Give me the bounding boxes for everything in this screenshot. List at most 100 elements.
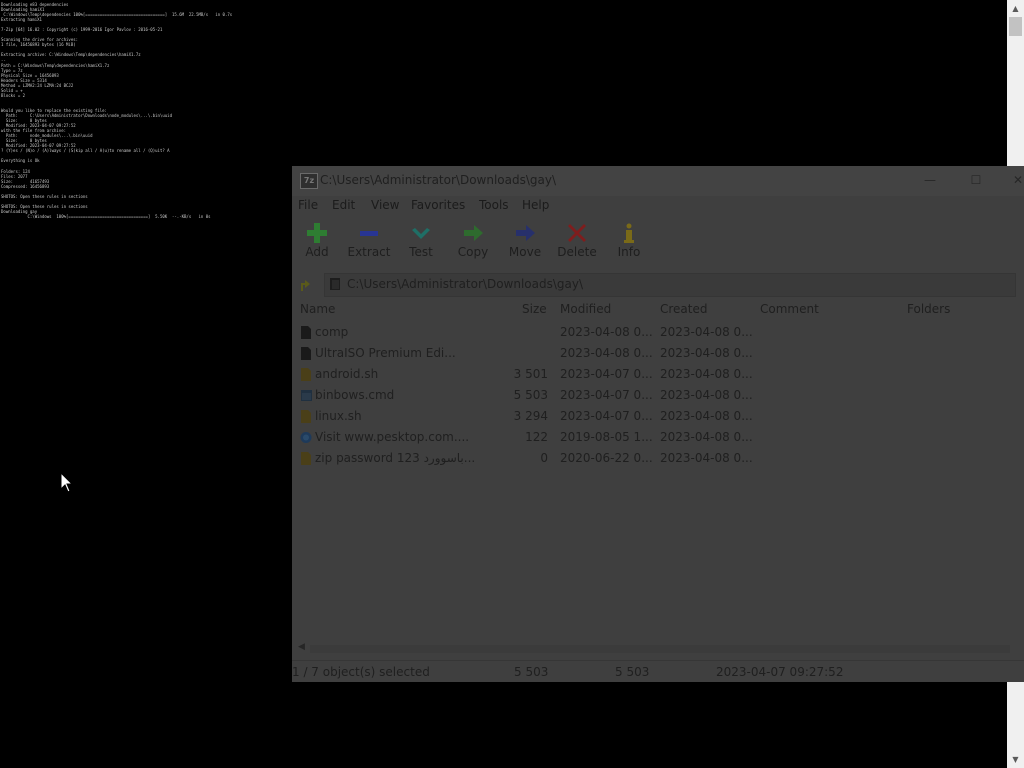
up-folder-icon[interactable] bbox=[298, 277, 314, 293]
console-output: Downloading e83 dependencies Downloading… bbox=[1, 2, 233, 219]
info-button-label: Info bbox=[617, 245, 641, 259]
window-title: C:\Users\Administrator\Downloads\gay\ bbox=[320, 173, 557, 187]
add-button[interactable]: Add bbox=[292, 218, 342, 268]
status-selection: 1 / 7 object(s) selected bbox=[292, 665, 430, 679]
check-icon bbox=[412, 228, 430, 239]
move-button-label: Move bbox=[508, 245, 542, 259]
scroll-up-arrow-icon[interactable]: ▲ bbox=[1007, 0, 1024, 17]
extract-button[interactable]: Extract bbox=[344, 218, 394, 268]
add-button-label: Add bbox=[305, 245, 329, 259]
horizontal-scroll-track[interactable] bbox=[310, 645, 1010, 653]
file-row[interactable]: UltraISO Premium Edi... 2023-04-08 0... … bbox=[292, 343, 1024, 364]
x-icon bbox=[568, 224, 586, 242]
copy-button-label: Copy bbox=[457, 245, 489, 259]
file-name: android.sh bbox=[315, 367, 379, 381]
plus-icon bbox=[307, 223, 327, 243]
info-icon bbox=[624, 223, 634, 243]
column-created[interactable]: Created bbox=[660, 302, 708, 316]
file-created: 2023-04-08 0... bbox=[660, 451, 752, 465]
file-row[interactable]: comp 2023-04-08 0... 2023-04-08 0... bbox=[292, 322, 1024, 343]
menu-tools[interactable]: Tools bbox=[479, 198, 509, 212]
title-bar[interactable]: 7z C:\Users\Administrator\Downloads\gay\… bbox=[292, 166, 1024, 196]
file-modified: 2023-04-08 0... bbox=[560, 346, 652, 360]
menu-view[interactable]: View bbox=[371, 198, 399, 212]
file-name: Visit www.pesktop.com.... bbox=[315, 430, 470, 444]
file-row[interactable]: linux.sh 3 294 2023-04-07 0... 2023-04-0… bbox=[292, 406, 1024, 427]
folder-icon bbox=[301, 326, 311, 339]
script-file-icon bbox=[301, 368, 311, 381]
file-modified: 2020-06-22 0... bbox=[560, 451, 652, 465]
copy-button[interactable]: Copy bbox=[448, 218, 498, 268]
maximize-button[interactable]: ☐ bbox=[964, 170, 988, 190]
arrow-right-icon bbox=[516, 225, 535, 241]
file-list[interactable]: Name Size Modified Created Comment Folde… bbox=[292, 300, 1024, 644]
delete-button[interactable]: Delete bbox=[552, 218, 602, 268]
file-created: 2023-04-08 0... bbox=[660, 430, 752, 444]
minus-icon bbox=[360, 231, 378, 236]
file-created: 2023-04-08 0... bbox=[660, 367, 752, 381]
file-modified: 2023-04-08 0... bbox=[560, 325, 652, 339]
file-modified: 2019-08-05 1... bbox=[560, 430, 652, 444]
file-row[interactable]: zip password 123 باسوورد... 0 2020-06-22… bbox=[292, 448, 1024, 469]
file-row[interactable]: binbows.cmd 5 503 2023-04-07 0... 2023-0… bbox=[292, 385, 1024, 406]
file-size: 5 503 bbox=[513, 388, 548, 402]
arrow-right-icon bbox=[464, 225, 483, 241]
status-date: 2023-04-07 09:27:52 bbox=[716, 665, 844, 679]
minimize-button[interactable]: — bbox=[918, 170, 942, 190]
file-size: 3 294 bbox=[513, 409, 548, 423]
folder-icon bbox=[330, 278, 340, 290]
scroll-thumb[interactable] bbox=[1009, 17, 1022, 36]
file-name: binbows.cmd bbox=[315, 388, 395, 402]
scroll-down-arrow-icon[interactable]: ▼ bbox=[1007, 751, 1024, 768]
file-name: linux.sh bbox=[315, 409, 362, 423]
file-name: zip password 123 باسوورد... bbox=[315, 451, 475, 465]
file-modified: 2023-04-07 0... bbox=[560, 388, 652, 402]
address-bar: C:\Users\Administrator\Downloads\gay\ bbox=[292, 270, 1024, 298]
info-button[interactable]: Info bbox=[604, 218, 654, 268]
file-created: 2023-04-08 0... bbox=[660, 388, 752, 402]
file-row[interactable]: Visit www.pesktop.com.... 122 2019-08-05… bbox=[292, 427, 1024, 448]
url-file-icon bbox=[300, 432, 312, 443]
status-size: 5 503 bbox=[514, 665, 549, 679]
test-button[interactable]: Test bbox=[396, 218, 446, 268]
cmd-file-icon bbox=[301, 390, 312, 401]
status-packed-size: 5 503 bbox=[615, 665, 650, 679]
script-file-icon bbox=[301, 410, 311, 423]
file-row[interactable]: android.sh 3 501 2023-04-07 0... 2023-04… bbox=[292, 364, 1024, 385]
menu-favorites[interactable]: Favorites bbox=[411, 198, 465, 212]
file-created: 2023-04-08 0... bbox=[660, 346, 752, 360]
menu-help[interactable]: Help bbox=[522, 198, 549, 212]
path-field[interactable]: C:\Users\Administrator\Downloads\gay\ bbox=[324, 273, 1016, 297]
file-size: 3 501 bbox=[513, 367, 548, 381]
7zip-app-icon: 7z bbox=[300, 173, 318, 189]
column-size[interactable]: Size bbox=[522, 302, 547, 316]
file-size: 0 bbox=[540, 451, 548, 465]
menu-bar: File Edit View Favorites Tools Help bbox=[292, 196, 1024, 216]
file-created: 2023-04-08 0... bbox=[660, 409, 752, 423]
column-comment[interactable]: Comment bbox=[760, 302, 819, 316]
extract-button-label: Extract bbox=[347, 245, 391, 259]
status-bar: 1 / 7 object(s) selected 5 503 5 503 202… bbox=[292, 660, 1024, 682]
close-button[interactable]: ✕ bbox=[1006, 170, 1024, 190]
scroll-left-arrow-icon[interactable]: ◀ bbox=[298, 642, 305, 652]
test-button-label: Test bbox=[409, 245, 433, 259]
column-header-row: Name Size Modified Created Comment Folde… bbox=[292, 300, 1024, 321]
text-file-icon bbox=[301, 452, 311, 465]
move-button[interactable]: Move bbox=[500, 218, 550, 268]
mouse-pointer-icon bbox=[60, 472, 74, 493]
horizontal-scrollbar[interactable]: ◀ bbox=[292, 642, 1024, 656]
column-modified[interactable]: Modified bbox=[560, 302, 611, 316]
column-name[interactable]: Name bbox=[300, 302, 335, 316]
menu-edit[interactable]: Edit bbox=[332, 198, 355, 212]
7zip-file-manager-window[interactable]: 7z C:\Users\Administrator\Downloads\gay\… bbox=[292, 166, 1024, 682]
file-modified: 2023-04-07 0... bbox=[560, 367, 652, 381]
menu-file[interactable]: File bbox=[298, 198, 318, 212]
column-folders[interactable]: Folders bbox=[907, 302, 950, 316]
toolbar: Add Extract Test Copy Move Delete Info bbox=[292, 218, 1024, 268]
file-size: 122 bbox=[525, 430, 548, 444]
file-modified: 2023-04-07 0... bbox=[560, 409, 652, 423]
folder-icon bbox=[301, 347, 311, 360]
file-name: comp bbox=[315, 325, 349, 339]
file-name: UltraISO Premium Edi... bbox=[315, 346, 456, 360]
delete-button-label: Delete bbox=[557, 245, 597, 259]
